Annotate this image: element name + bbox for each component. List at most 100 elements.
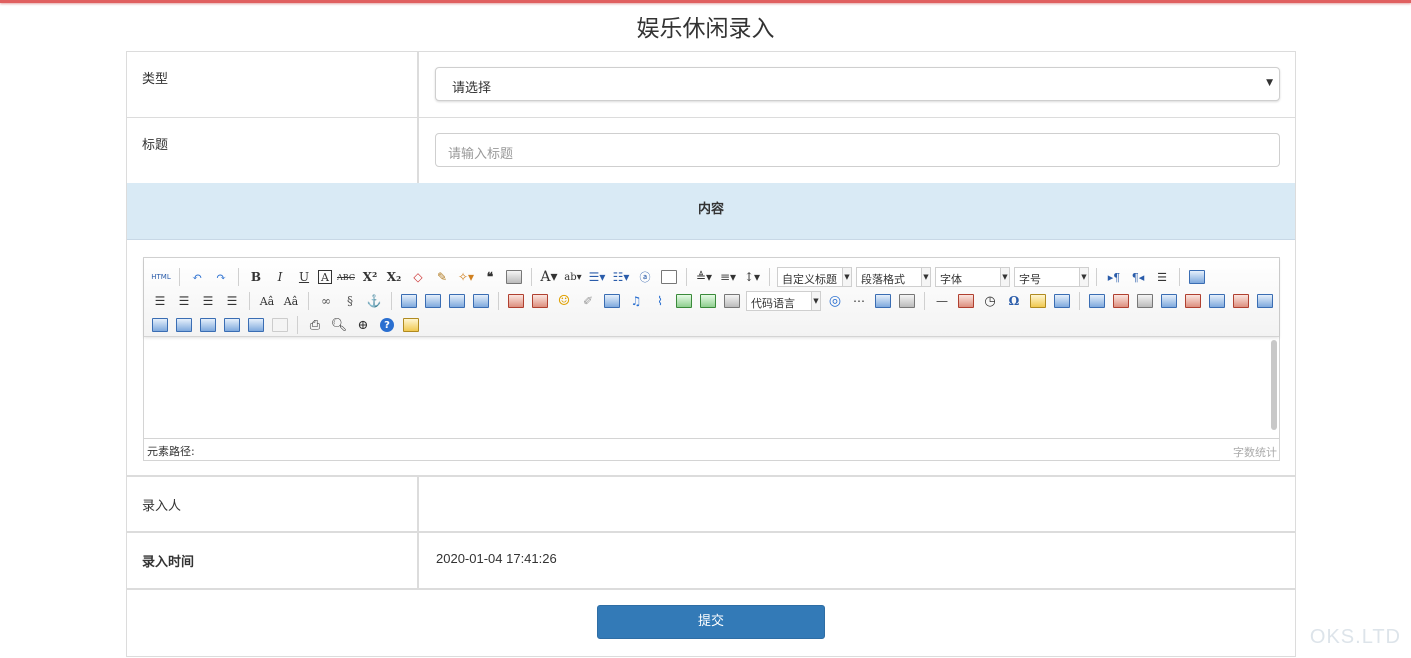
- paste-plain-icon[interactable]: [506, 270, 522, 284]
- subscript-icon[interactable]: X₂: [384, 267, 404, 287]
- horizontal-rule-icon[interactable]: —: [932, 291, 952, 311]
- title-input[interactable]: 请输入标题: [435, 133, 1280, 167]
- code-language-select[interactable]: 代码语言 ▼: [746, 291, 821, 311]
- editor-content-area[interactable]: [144, 338, 1279, 438]
- ordered-list-icon[interactable]: ☰▾: [587, 267, 607, 287]
- image-right-icon[interactable]: [449, 294, 465, 308]
- indent-icon[interactable]: ☰: [1152, 267, 1172, 287]
- insert-paragraph-before-table-icon[interactable]: [1137, 294, 1153, 308]
- custom-title-select[interactable]: 自定义标题 ▼: [777, 267, 852, 287]
- redo-icon[interactable]: ↷: [211, 267, 231, 287]
- background-color-icon[interactable]: ab▾: [563, 267, 583, 287]
- title-label: 标题: [127, 118, 419, 183]
- delete-col-icon[interactable]: [1233, 294, 1249, 308]
- google-map-icon[interactable]: [700, 294, 716, 308]
- lowercase-icon[interactable]: Aâ: [281, 291, 301, 311]
- link-icon[interactable]: ∞: [316, 291, 336, 311]
- select-all-icon[interactable]: ⓐ: [635, 267, 655, 287]
- bold-icon[interactable]: B: [246, 267, 266, 287]
- delete-table-icon[interactable]: [1113, 294, 1129, 308]
- direction-rtl-icon[interactable]: ¶◂: [1128, 267, 1148, 287]
- toolbar-separator: [238, 268, 239, 286]
- insert-row-icon[interactable]: [1161, 294, 1177, 308]
- anchor-icon[interactable]: ⚓: [364, 291, 384, 311]
- scrawl-icon[interactable]: ✐: [578, 291, 598, 311]
- underline-icon[interactable]: U: [294, 267, 314, 287]
- merge-down-icon[interactable]: [176, 318, 192, 332]
- undo-icon[interactable]: ↶: [187, 267, 207, 287]
- italic-icon[interactable]: I: [270, 267, 290, 287]
- paragraph-format-select[interactable]: 段落格式 ▼: [856, 267, 931, 287]
- music-icon[interactable]: ♫: [626, 291, 646, 311]
- split-to-cells-icon[interactable]: [200, 318, 216, 332]
- format-brush-icon[interactable]: ✎: [432, 267, 452, 287]
- align-justify-icon[interactable]: ☰: [222, 291, 242, 311]
- unlink-icon[interactable]: §: [340, 291, 360, 311]
- simple-upload-icon[interactable]: [508, 294, 524, 308]
- insert-table-icon[interactable]: [1089, 294, 1105, 308]
- image-left-icon[interactable]: [425, 294, 441, 308]
- unordered-list-icon[interactable]: ☷▾: [611, 267, 631, 287]
- direction-ltr-icon[interactable]: ▸¶: [1104, 267, 1124, 287]
- emotion-icon[interactable]: ☺: [554, 291, 574, 311]
- align-left-icon[interactable]: ☰: [150, 291, 170, 311]
- line-height-icon[interactable]: ↕▾: [742, 267, 762, 287]
- background-icon[interactable]: [899, 294, 915, 308]
- row-spacing-bottom-icon[interactable]: ≡▾: [718, 267, 738, 287]
- image-none-icon[interactable]: [401, 294, 417, 308]
- type-select[interactable]: 请选择 ▼: [435, 67, 1280, 101]
- insert-image-icon[interactable]: [532, 294, 548, 308]
- insert-video-icon[interactable]: [604, 294, 620, 308]
- special-chars-icon[interactable]: Ω: [1004, 291, 1024, 311]
- page-break-icon[interactable]: ⋯: [849, 291, 869, 311]
- snapscreen-icon[interactable]: [1030, 294, 1046, 308]
- attachment-icon[interactable]: ⌇: [650, 291, 670, 311]
- align-center-icon[interactable]: ☰: [174, 291, 194, 311]
- insert-col-icon[interactable]: [1209, 294, 1225, 308]
- auto-format-icon[interactable]: ✧▾: [456, 267, 476, 287]
- fullscreen-icon[interactable]: [1189, 270, 1205, 284]
- insert-frame-icon[interactable]: [724, 294, 740, 308]
- row-spacing-top-icon[interactable]: ≜▾: [694, 267, 714, 287]
- chevron-down-icon: ▼: [921, 268, 930, 286]
- delete-row-icon[interactable]: [1185, 294, 1201, 308]
- word-count: 字数统计: [1233, 446, 1277, 459]
- superscript-icon[interactable]: X²: [360, 267, 380, 287]
- clear-doc-icon[interactable]: [661, 270, 677, 284]
- map-icon[interactable]: [676, 294, 692, 308]
- html-source-icon[interactable]: HTML: [150, 267, 172, 287]
- date-icon[interactable]: [958, 294, 974, 308]
- align-right-icon[interactable]: ☰: [198, 291, 218, 311]
- drafts-icon[interactable]: [403, 318, 419, 332]
- template-icon[interactable]: [875, 294, 891, 308]
- font-border-icon[interactable]: A: [318, 270, 332, 284]
- submit-button[interactable]: 提交: [597, 605, 825, 639]
- type-cell: 请选择 ▼: [421, 52, 1295, 117]
- toolbar-separator: [531, 268, 532, 286]
- editor-scrollbar[interactable]: [1271, 340, 1277, 430]
- print-icon[interactable]: ⎙: [305, 315, 325, 335]
- split-to-cols-icon[interactable]: [248, 318, 264, 332]
- time-icon[interactable]: ◷: [980, 291, 1000, 311]
- font-size-select[interactable]: 字号 ▼: [1014, 267, 1089, 287]
- help-icon[interactable]: ?: [380, 318, 394, 332]
- search-replace-icon[interactable]: ⊕: [353, 315, 373, 335]
- blockquote-icon[interactable]: ❝: [480, 267, 500, 287]
- charts-icon[interactable]: [272, 318, 288, 332]
- font-family-select[interactable]: 字体 ▼: [935, 267, 1010, 287]
- font-color-icon[interactable]: A▾: [539, 267, 559, 287]
- merge-right-icon[interactable]: [152, 318, 168, 332]
- strikethrough-icon[interactable]: ABC: [336, 267, 356, 287]
- split-to-rows-icon[interactable]: [224, 318, 240, 332]
- editor-toolbar: HTML ↶ ↷ B I U A ABC X² X₂ ◇ ✎ ✧▾ ❝ A▾ a…: [144, 258, 1279, 337]
- toolbar-separator: [1079, 292, 1080, 310]
- image-center-icon[interactable]: [473, 294, 489, 308]
- toolbar-separator: [686, 268, 687, 286]
- eraser-icon[interactable]: ◇: [408, 267, 428, 287]
- merge-cells-icon[interactable]: [1257, 294, 1273, 308]
- toolbar-separator: [297, 316, 298, 334]
- preview-icon[interactable]: 🔍︎: [329, 315, 349, 335]
- web-app-icon[interactable]: ◎: [825, 291, 845, 311]
- uppercase-icon[interactable]: Aâ: [257, 291, 277, 311]
- word-image-icon[interactable]: [1054, 294, 1070, 308]
